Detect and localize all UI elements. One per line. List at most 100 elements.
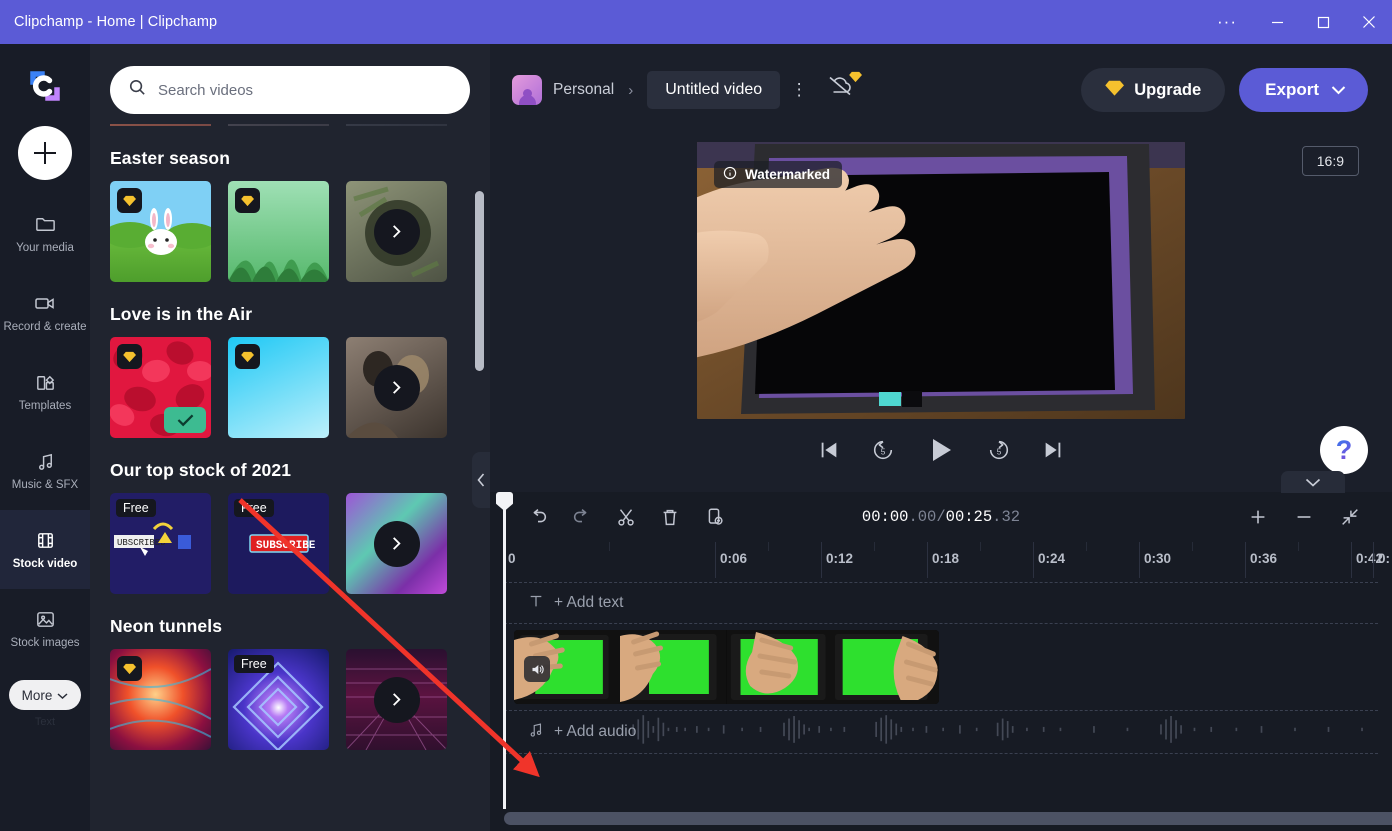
cloud-off-icon[interactable] (826, 73, 862, 107)
add-text-track[interactable]: + Add text (504, 582, 1378, 624)
ruler-label: 0:36 (1250, 551, 1277, 566)
sidebar-item-stock-video[interactable]: Stock video (0, 510, 90, 589)
watermark-label: Watermarked (745, 167, 830, 182)
zoom-in-button[interactable] (1236, 500, 1280, 534)
rail-more-button[interactable]: More (9, 680, 82, 710)
search-icon (128, 78, 147, 102)
sidebar-item-record-create[interactable]: Record & create (0, 273, 90, 352)
see-more-button[interactable] (374, 209, 420, 255)
folder-icon (34, 213, 57, 236)
premium-badge (235, 188, 260, 213)
timeline-tracks: + Add text (490, 578, 1392, 831)
premium-gem-icon (1105, 78, 1124, 102)
partial-tile[interactable] (110, 124, 211, 126)
upgrade-label: Upgrade (1134, 81, 1201, 100)
export-button[interactable]: Export (1239, 68, 1368, 112)
timeline-clip-green-screen[interactable] (514, 630, 939, 704)
sidebar-item-templates[interactable]: Templates (0, 352, 90, 431)
section-title: Our top stock of 2021 (110, 460, 470, 481)
chevron-down-icon (57, 688, 68, 703)
redo-button[interactable] (560, 500, 604, 534)
timeline-collapse-button[interactable] (1281, 471, 1345, 493)
upgrade-button[interactable]: Upgrade (1081, 68, 1225, 112)
panel-collapse-handle[interactable] (472, 452, 490, 508)
stock-tile-purple-gradient[interactable] (346, 493, 447, 594)
stock-tile-red-hearts[interactable] (110, 337, 211, 438)
stock-tile-blue-neon-tunnel[interactable]: Free (228, 649, 329, 750)
search-box[interactable] (110, 66, 470, 114)
skip-to-end-button[interactable] (1042, 439, 1064, 461)
timecode-separator: / (936, 508, 945, 526)
ruler-label: 0:06 (720, 551, 747, 566)
see-more-button[interactable] (374, 677, 420, 723)
window-minimize-button[interactable] (1254, 0, 1300, 44)
forward-5-button[interactable]: 5 (987, 438, 1011, 462)
window-more-button[interactable]: ··· (1200, 0, 1254, 44)
speaker-icon[interactable] (524, 656, 550, 682)
video-preview[interactable]: Watermarked (697, 142, 1185, 419)
project-menu-button[interactable]: ⋮ (786, 80, 812, 100)
sidebar-item-music-sfx[interactable]: Music & SFX (0, 431, 90, 510)
section-title: Neon tunnels (110, 616, 470, 637)
add-audio-label: + Add audio (554, 723, 636, 741)
stock-tile-retro-grid[interactable] (346, 649, 447, 750)
stock-tile-subscribed-bell[interactable]: UBSCRIBED Free (110, 493, 211, 594)
split-button[interactable] (604, 500, 648, 534)
stock-tile-fire-tunnel[interactable] (110, 649, 211, 750)
sidebar-item-stock-images[interactable]: Stock images (0, 589, 90, 668)
duplicate-button[interactable] (692, 500, 736, 534)
add-audio-track[interactable]: + Add audio (504, 710, 1378, 754)
window-maximize-button[interactable] (1300, 0, 1346, 44)
undo-button[interactable] (516, 500, 560, 534)
search-input[interactable] (158, 82, 452, 99)
see-more-button[interactable] (374, 521, 420, 567)
stock-video-panel: Easter season (90, 44, 490, 831)
partial-tile[interactable] (228, 124, 329, 126)
music-note-icon (34, 450, 57, 473)
timecode-total: 00:25 (946, 508, 993, 526)
help-button[interactable]: ? (1320, 426, 1368, 474)
stock-tile-grass[interactable] (228, 181, 329, 282)
help-label: ? (1336, 435, 1353, 466)
search-area (90, 44, 490, 124)
timecode-total-frames: .32 (992, 508, 1020, 526)
svg-text:5: 5 (997, 447, 1002, 457)
stock-tile-subscribe-button[interactable]: SUBSCRIBE Free (228, 493, 329, 594)
zoom-out-button[interactable] (1282, 500, 1326, 534)
stock-tile-blue-gradient[interactable] (228, 337, 329, 438)
rewind-5-button[interactable]: 5 (871, 438, 895, 462)
add-media-button[interactable] (18, 126, 72, 180)
free-badge: Free (234, 499, 274, 517)
workspace-name[interactable]: Personal (553, 81, 614, 99)
timeline-ruler[interactable]: 0 0:06 0:12 0:18 0:24 0:30 0:36 0:42 0: (490, 542, 1392, 578)
aspect-ratio-button[interactable]: 16:9 (1302, 146, 1359, 176)
window-close-button[interactable] (1346, 0, 1392, 44)
film-strip-icon (34, 529, 57, 552)
free-badge: Free (234, 655, 274, 673)
timeline-horizontal-scrollbar[interactable] (504, 812, 1392, 825)
fit-timeline-button[interactable] (1328, 500, 1372, 534)
project-title-input[interactable]: Untitled video (647, 71, 780, 109)
panel-vertical-scrollbar[interactable] (475, 191, 484, 371)
premium-gem-icon (849, 70, 862, 88)
ruler-label: 0:12 (826, 551, 853, 566)
timeline-playhead[interactable] (503, 492, 506, 809)
partial-tile[interactable] (346, 124, 447, 126)
stock-tile-easter-wreath[interactable] (346, 181, 447, 282)
sidebar-item-your-media[interactable]: Your media (0, 194, 90, 273)
stock-tile-couple[interactable] (346, 337, 447, 438)
section-tiles: UBSCRIBED Free SUBSCRIBE (110, 493, 470, 594)
section-title: Love is in the Air (110, 304, 470, 325)
delete-button[interactable] (648, 500, 692, 534)
avatar[interactable] (512, 75, 542, 105)
play-button[interactable] (926, 435, 956, 465)
window-titlebar: Clipchamp - Home | Clipchamp ··· (0, 0, 1392, 44)
timeline-toolbar: 00:00.00/00:25.32 (490, 492, 1392, 542)
section-tiles: Free (110, 649, 470, 750)
app-body: Your media Record & create Templates (0, 44, 1392, 831)
stock-tile-easter-bunny[interactable] (110, 181, 211, 282)
skip-to-start-button[interactable] (818, 439, 840, 461)
see-more-button[interactable] (374, 365, 420, 411)
export-label: Export (1265, 80, 1319, 100)
music-note-icon (528, 722, 544, 743)
